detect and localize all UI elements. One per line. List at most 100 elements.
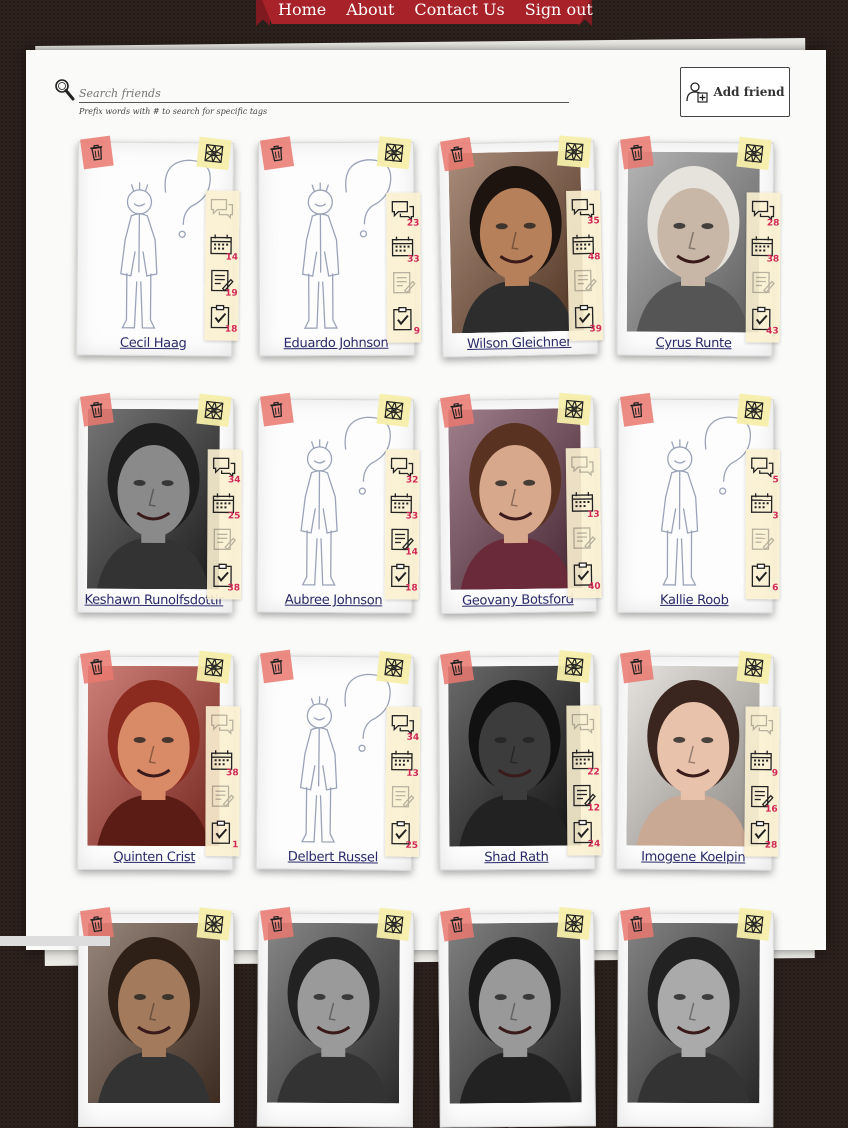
avatar-placeholder[interactable]	[627, 409, 760, 589]
stat-events[interactable]: 9	[748, 748, 776, 778]
friend-card[interactable]: Kallie Roob536	[618, 399, 772, 400]
nav-signout-link[interactable]: Sign out	[525, 0, 593, 20]
stat-notes[interactable]	[390, 271, 418, 301]
stat-notes[interactable]	[210, 527, 238, 557]
delete-friend-button[interactable]	[620, 393, 654, 427]
stat-tasks[interactable]: 43	[749, 306, 777, 336]
avatar-placeholder[interactable]	[86, 151, 220, 332]
tags-button[interactable]	[376, 908, 411, 941]
tags-button[interactable]	[557, 393, 592, 426]
friend-card[interactable]	[438, 912, 592, 913]
friend-card[interactable]: Delbert Russel341325	[258, 655, 412, 657]
stat-events[interactable]: 48	[570, 232, 599, 263]
friend-card[interactable]: Quinten Crist381	[78, 656, 232, 657]
tags-button[interactable]	[196, 394, 231, 427]
tags-button[interactable]	[736, 394, 771, 427]
friend-card[interactable]: Aubree Johnson32331418	[258, 398, 412, 399]
tags-button[interactable]	[377, 136, 412, 169]
delete-friend-button[interactable]	[260, 907, 294, 941]
stat-tasks[interactable]: 18	[388, 563, 416, 593]
tags-button[interactable]	[557, 650, 592, 683]
delete-friend-button[interactable]	[620, 907, 654, 941]
friend-card[interactable]	[618, 913, 772, 914]
stat-notes[interactable]: 12	[570, 783, 598, 813]
stat-events[interactable]: 33	[388, 491, 416, 521]
stat-notes[interactable]	[208, 784, 236, 814]
nav-contact-link[interactable]: Contact Us	[414, 0, 504, 20]
stat-messages[interactable]	[208, 196, 236, 226]
stat-events[interactable]: 38	[749, 234, 777, 264]
stat-events[interactable]: 38	[209, 748, 237, 778]
stat-events[interactable]: 3	[749, 491, 777, 521]
delete-friend-button[interactable]	[260, 136, 294, 170]
friend-card[interactable]	[258, 913, 412, 914]
tags-button[interactable]	[196, 137, 231, 170]
stat-notes[interactable]	[749, 270, 777, 300]
friend-card[interactable]: Geovany Botsford1340	[438, 398, 592, 400]
tags-button[interactable]	[736, 908, 771, 941]
tags-button[interactable]	[736, 137, 771, 170]
tags-button[interactable]	[557, 135, 591, 168]
search-input[interactable]	[79, 84, 569, 103]
stat-tasks[interactable]: 28	[747, 820, 775, 850]
avatar-placeholder[interactable]	[267, 409, 400, 590]
stat-tasks[interactable]: 25	[388, 821, 416, 851]
delete-friend-button[interactable]	[620, 650, 654, 684]
stat-tasks[interactable]: 39	[571, 304, 600, 335]
avatar[interactable]	[448, 666, 581, 847]
stat-messages[interactable]	[569, 454, 597, 484]
stat-notes[interactable]: 16	[748, 784, 776, 814]
stat-messages[interactable]	[748, 712, 776, 742]
avatar[interactable]	[626, 665, 760, 846]
stat-events[interactable]: 33	[389, 235, 417, 265]
delete-friend-button[interactable]	[440, 907, 474, 941]
tags-button[interactable]	[376, 651, 411, 684]
friend-card[interactable]: Keshawn Runolfsdottir342538	[78, 399, 232, 400]
stat-notes[interactable]	[570, 526, 598, 556]
stat-messages[interactable]: 32	[388, 455, 416, 485]
friend-card[interactable]: Imogene Koelpin91628	[618, 655, 772, 656]
friend-card[interactable]: Eduardo Johnson23339	[258, 142, 412, 143]
friend-card[interactable]: Cyrus Runte283843	[618, 141, 772, 142]
avatar[interactable]	[448, 151, 584, 334]
tags-button[interactable]	[376, 394, 411, 427]
stat-tasks[interactable]: 38	[210, 563, 238, 593]
avatar[interactable]	[87, 409, 220, 590]
stat-notes[interactable]: 14	[388, 527, 416, 557]
nav-home-link[interactable]: Home	[278, 0, 326, 20]
stat-tasks[interactable]: 6	[748, 563, 776, 593]
delete-friend-button[interactable]	[440, 137, 474, 171]
stat-tasks[interactable]: 18	[207, 304, 235, 334]
delete-friend-button[interactable]	[80, 650, 114, 684]
tags-button[interactable]	[196, 651, 231, 684]
tags-button[interactable]	[736, 651, 771, 684]
stat-notes[interactable]: 19	[208, 268, 236, 298]
delete-friend-button[interactable]	[620, 136, 654, 170]
avatar[interactable]	[448, 408, 583, 590]
avatar[interactable]	[627, 923, 760, 1103]
delete-friend-button[interactable]	[440, 650, 474, 684]
stat-messages[interactable]: 35	[569, 196, 598, 227]
stat-messages[interactable]	[209, 712, 237, 742]
delete-friend-button[interactable]	[440, 394, 474, 428]
stat-tasks[interactable]: 9	[390, 307, 418, 337]
stat-messages[interactable]	[569, 711, 597, 741]
stat-messages[interactable]: 28	[749, 198, 777, 228]
friend-card[interactable]: Cecil Haag141918	[78, 141, 232, 142]
avatar[interactable]	[627, 152, 760, 333]
avatar[interactable]	[448, 922, 582, 1103]
stat-events[interactable]: 22	[570, 747, 598, 777]
delete-friend-button[interactable]	[80, 136, 114, 170]
stat-notes[interactable]	[571, 268, 600, 299]
nav-about-link[interactable]: About	[346, 0, 394, 20]
stat-notes[interactable]	[388, 785, 416, 815]
delete-friend-button[interactable]	[260, 393, 294, 427]
avatar-placeholder[interactable]	[266, 665, 400, 846]
stat-events[interactable]: 25	[210, 491, 238, 521]
tags-button[interactable]	[197, 907, 232, 940]
stat-events[interactable]: 14	[208, 232, 236, 262]
friend-card[interactable]: Shad Rath221224	[438, 655, 592, 656]
add-friend-button[interactable]: Add friend	[680, 67, 790, 117]
avatar-placeholder[interactable]	[268, 152, 401, 333]
stat-messages[interactable]: 5	[749, 455, 777, 485]
